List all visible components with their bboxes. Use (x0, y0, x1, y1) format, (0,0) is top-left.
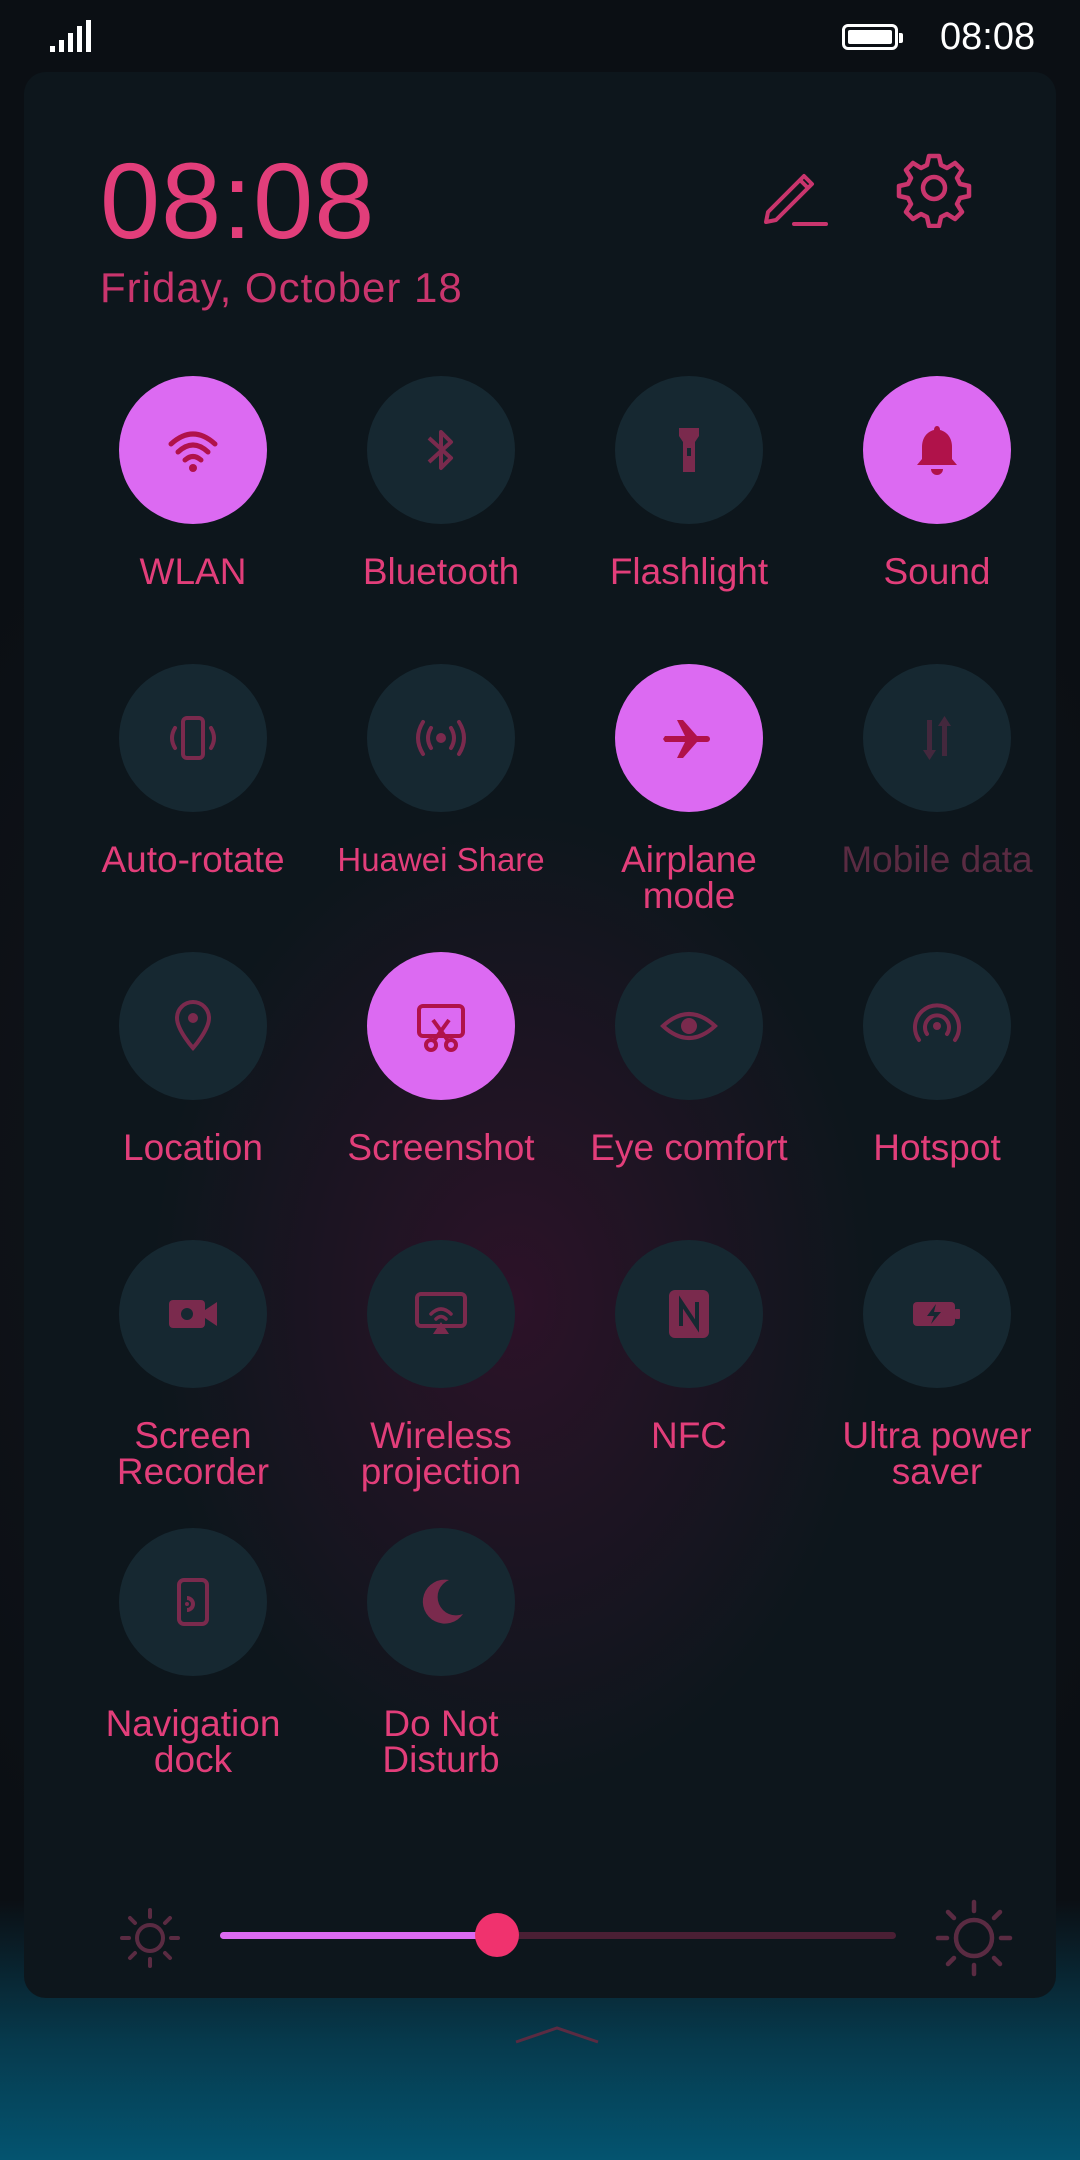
gear-icon[interactable] (894, 148, 974, 228)
tile-screenshot-button[interactable] (367, 952, 515, 1100)
tile-label: Mobile data (841, 839, 1033, 880)
tile-do-not-disturb[interactable]: Do Not Disturb (317, 1528, 565, 1778)
brightness-slider[interactable] (220, 1913, 896, 1957)
tile-label: NFC (650, 1415, 728, 1456)
tile-flashlight-button[interactable] (615, 376, 763, 524)
tile-label: Ultra power saver (842, 1415, 1032, 1492)
tile-sound-button[interactable] (863, 376, 1011, 524)
tile-huawei-share[interactable]: Huawei Share (317, 664, 565, 878)
tile-bluetooth-button[interactable] (367, 376, 515, 524)
brightness-low-icon (120, 1908, 180, 1968)
tile-label: Sound (883, 551, 991, 592)
huawei-share-icon (409, 706, 473, 770)
wireless-projection-icon (409, 1282, 473, 1346)
tile-label: Flashlight (609, 551, 769, 592)
tile-mobile-data-button[interactable] (863, 664, 1011, 812)
screenshot-icon (409, 994, 473, 1058)
status-bar: 08:08 (0, 0, 1080, 72)
tile-label: Navigation dock (105, 1703, 281, 1780)
video-camera-icon (161, 1282, 225, 1346)
navigation-dock-icon (161, 1570, 225, 1634)
tile-bluetooth[interactable]: Bluetooth (317, 376, 565, 590)
battery-icon (842, 24, 903, 50)
tile-ultra-power-saver-button[interactable] (863, 1240, 1011, 1388)
tile-airplane-mode[interactable]: Airplane mode (565, 664, 813, 914)
tile-nfc-button[interactable] (615, 1240, 763, 1388)
tile-ultra-power-saver[interactable]: Ultra power saver (813, 1240, 1061, 1490)
bluetooth-icon (409, 418, 473, 482)
tile-hotspot-button[interactable] (863, 952, 1011, 1100)
nfc-icon (657, 1282, 721, 1346)
tile-do-not-disturb-button[interactable] (367, 1528, 515, 1676)
tile-airplane-mode-button[interactable] (615, 664, 763, 812)
tile-hotspot[interactable]: Hotspot (813, 952, 1061, 1166)
auto-rotate-icon (161, 706, 225, 770)
brightness-slider-fill (220, 1932, 498, 1939)
signal-strength-icon (50, 20, 91, 52)
tile-navigation-dock[interactable]: Navigation dock (69, 1528, 317, 1778)
airplane-icon (657, 706, 721, 770)
tile-auto-rotate[interactable]: Auto-rotate (69, 664, 317, 878)
tile-wlan-button[interactable] (119, 376, 267, 524)
moon-icon (409, 1570, 473, 1634)
panel-clock: 08:08 (100, 140, 376, 261)
tile-eye-comfort[interactable]: Eye comfort (565, 952, 813, 1166)
brightness-slider-thumb[interactable] (475, 1913, 520, 1957)
mobile-data-icon (905, 706, 969, 770)
tile-sound[interactable]: Sound (813, 376, 1061, 590)
tile-screenshot[interactable]: Screenshot (317, 952, 565, 1166)
tile-location-button[interactable] (119, 952, 267, 1100)
battery-bolt-icon (905, 1282, 969, 1346)
tile-wireless-projection-button[interactable] (367, 1240, 515, 1388)
tile-label: Auto-rotate (101, 839, 285, 880)
tile-screen-recorder[interactable]: Screen Recorder (69, 1240, 317, 1490)
tile-eye-comfort-button[interactable] (615, 952, 763, 1100)
tile-flashlight[interactable]: Flashlight (565, 376, 813, 590)
eye-icon (657, 994, 721, 1058)
tile-wireless-projection[interactable]: Wireless projection (317, 1240, 565, 1490)
hotspot-icon (905, 994, 969, 1058)
edit-pencil-icon[interactable] (754, 152, 834, 232)
tile-label: Airplane mode (621, 839, 757, 916)
tile-label: Eye comfort (590, 1127, 788, 1168)
bell-icon (905, 418, 969, 482)
status-time: 08:08 (940, 16, 1036, 58)
tile-mobile-data[interactable]: Mobile data (813, 664, 1061, 878)
tile-label: Hotspot (873, 1127, 1001, 1168)
tile-label: Location (123, 1127, 263, 1168)
flashlight-icon (657, 418, 721, 482)
panel-date: Friday, October 18 (100, 264, 463, 311)
collapse-handle-icon[interactable] (514, 2022, 600, 2046)
tile-auto-rotate-button[interactable] (119, 664, 267, 812)
tile-nfc[interactable]: NFC (565, 1240, 813, 1454)
tile-label: WLAN (139, 551, 247, 592)
location-pin-icon (161, 994, 225, 1058)
wifi-icon (161, 418, 225, 482)
tile-label: Screenshot (347, 1127, 535, 1168)
tile-label: Wireless projection (360, 1415, 522, 1492)
tile-wlan[interactable]: WLAN (69, 376, 317, 590)
tile-screen-recorder-button[interactable] (119, 1240, 267, 1388)
tile-navigation-dock-button[interactable] (119, 1528, 267, 1676)
tile-label: Huawei Share (337, 841, 545, 878)
tile-label: Bluetooth (362, 551, 520, 592)
tile-huawei-share-button[interactable] (367, 664, 515, 812)
brightness-high-icon (935, 1899, 1013, 1977)
control-panel: 08:08 Friday, October 18 WLAN Bluetooth Fl… (24, 72, 1056, 2044)
tile-label: Do Not Disturb (382, 1703, 500, 1780)
tile-location[interactable]: Location (69, 952, 317, 1166)
tile-label: Screen Recorder (116, 1415, 270, 1492)
